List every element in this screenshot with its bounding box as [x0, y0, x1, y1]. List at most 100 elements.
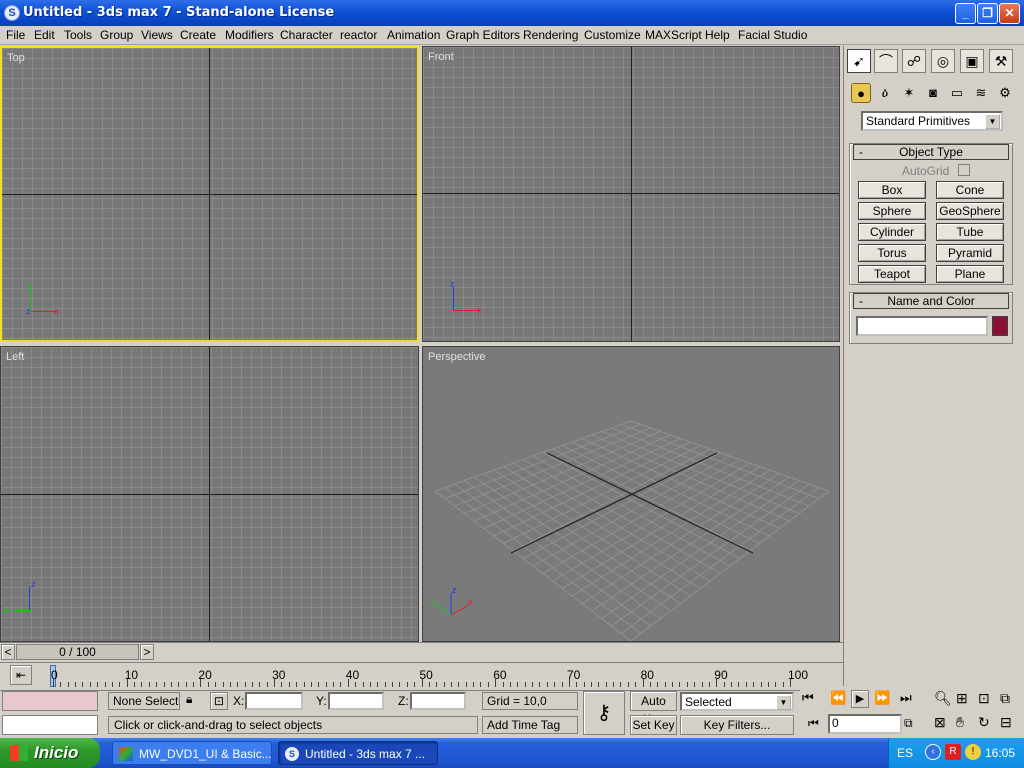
key-mode-dropdown[interactable]: Selected ▼ — [680, 692, 794, 711]
object-color-swatch[interactable] — [992, 316, 1008, 336]
app-logo-icon[interactable]: S — [4, 5, 20, 21]
spacewarps-icon[interactable]: ≋ — [971, 83, 991, 103]
motion-tab-icon[interactable]: ◎ — [931, 49, 955, 73]
zoom-extents-icon[interactable]: ⊡ — [978, 690, 990, 707]
display-tab-icon[interactable]: ▣ — [960, 49, 984, 73]
maximize-button[interactable]: ❐ — [977, 3, 998, 24]
x-coordinate-input[interactable] — [245, 692, 303, 710]
viewport-top[interactable]: Top y x z — [0, 46, 419, 342]
auto-key-button[interactable]: Auto Key — [630, 691, 677, 726]
autogrid-checkbox[interactable] — [958, 164, 970, 176]
menu-reactor[interactable]: reactor — [340, 28, 377, 42]
sphere-button[interactable]: Sphere — [858, 202, 926, 220]
geosphere-button[interactable]: GeoSphere — [936, 202, 1004, 220]
arc-rotate-icon[interactable]: ↻ — [978, 714, 990, 731]
viewport-label[interactable]: Front — [428, 51, 454, 63]
language-indicator[interactable]: ES — [897, 746, 913, 760]
chevron-down-icon[interactable]: ▼ — [985, 114, 1000, 129]
helpers-icon[interactable]: ▭ — [947, 83, 967, 103]
menu-animation[interactable]: Animation — [387, 28, 440, 42]
next-key-icon[interactable]: ⏩ — [874, 690, 890, 706]
y-coordinate-input[interactable] — [328, 692, 384, 710]
back-arrow-icon[interactable]: ‹ — [925, 744, 941, 760]
start-button[interactable]: Inicio — [0, 738, 100, 768]
category-dropdown[interactable]: Standard Primitives ▼ — [861, 111, 1003, 131]
pyramid-button[interactable]: Pyramid — [936, 244, 1004, 262]
key-filters-button[interactable]: Key Filters... — [680, 715, 794, 735]
prev-key-icon[interactable]: ⏪ — [830, 690, 846, 706]
utilities-tab-icon[interactable]: ⚒ — [989, 49, 1013, 73]
goto-end-icon[interactable]: ⏭ — [900, 690, 912, 706]
viewport-perspective[interactable]: Perspective z x y — [422, 346, 840, 642]
maximize-viewport-icon[interactable]: ⊟ — [1000, 714, 1012, 731]
absolute-mode-icon[interactable]: ⊡ — [210, 692, 228, 710]
menu-rendering[interactable]: Rendering — [523, 28, 578, 42]
z-coordinate-input[interactable] — [410, 692, 466, 710]
menu-customize[interactable]: Customize — [584, 28, 641, 42]
box-button[interactable]: Box — [858, 181, 926, 199]
menu-tools[interactable]: Tools — [64, 28, 92, 42]
add-time-tag[interactable]: Add Time Tag — [482, 716, 578, 734]
menu-help[interactable]: Help — [705, 28, 730, 42]
geometry-icon[interactable]: ● — [851, 83, 871, 103]
play-icon[interactable]: ▶ — [851, 690, 869, 708]
maxscript-listener-mini[interactable] — [2, 691, 98, 711]
menu-file[interactable]: File — [6, 28, 25, 42]
key-mode-toggle-icon[interactable]: ⏮ — [808, 716, 819, 731]
zoom-icon[interactable]: 🔍︎ — [934, 690, 952, 707]
next-frame-button[interactable]: > — [140, 644, 154, 660]
modify-tab-icon[interactable]: ⌒ — [874, 49, 898, 73]
viewport-left[interactable]: Left z y — [0, 346, 419, 642]
cone-button[interactable]: Cone — [936, 181, 1004, 199]
name-color-header[interactable]: - Name and Color — [853, 293, 1009, 309]
security-icon[interactable]: ! — [965, 744, 981, 760]
viewport-label[interactable]: Perspective — [428, 351, 485, 363]
viewport-label[interactable]: Top — [7, 52, 25, 64]
zoom-all-icon[interactable]: ⊞ — [956, 690, 968, 707]
menu-group[interactable]: Group — [100, 28, 133, 42]
antivirus-icon[interactable]: R — [945, 744, 961, 760]
object-name-input[interactable] — [856, 316, 988, 336]
lock-selection-icon[interactable]: 🔒︎ — [186, 692, 192, 707]
shapes-icon[interactable]: ዕ — [875, 83, 895, 103]
track-bar[interactable]: ⇤ 0 10 20 30 40 50 60 70 80 90 100 — [0, 662, 843, 688]
cylinder-button[interactable]: Cylinder — [858, 223, 926, 241]
menu-maxscript[interactable]: MAXScript — [645, 28, 702, 42]
set-key-icon[interactable]: ⚷ — [583, 691, 625, 735]
current-frame-input[interactable]: 0 — [828, 714, 902, 734]
prev-frame-button[interactable]: < — [1, 644, 15, 660]
taskbar-item-dvd[interactable]: MW_DVD1_UI & Basic... — [112, 741, 272, 765]
menu-graph-editors[interactable]: Graph Editors — [446, 28, 520, 42]
close-button[interactable]: ✕ — [999, 3, 1020, 24]
create-tab-icon[interactable]: ➹ — [847, 49, 871, 73]
time-slider[interactable]: < 0 / 100 > — [0, 642, 843, 661]
menu-views[interactable]: Views — [141, 28, 173, 42]
lights-icon[interactable]: ✶ — [899, 83, 919, 103]
plane-button[interactable]: Plane — [936, 265, 1004, 283]
frame-counter[interactable]: 0 / 100 — [16, 644, 139, 660]
pan-icon[interactable]: ✋︎ — [956, 714, 964, 731]
zoom-extents-all-icon[interactable]: ⧉ — [1000, 690, 1010, 707]
region-zoom-icon[interactable]: ⊠ — [934, 714, 946, 731]
taskbar-item-3dsmax[interactable]: S Untitled - 3ds max 7 ... — [278, 741, 438, 765]
object-type-header[interactable]: - Object Type — [853, 144, 1009, 160]
hierarchy-tab-icon[interactable]: ☍ — [902, 49, 926, 73]
maxscript-input[interactable] — [2, 715, 98, 735]
menu-facial-studio[interactable]: Facial Studio — [738, 28, 807, 42]
menu-character[interactable]: Character — [280, 28, 333, 42]
menu-create[interactable]: Create — [180, 28, 216, 42]
menu-modifiers[interactable]: Modifiers — [225, 28, 274, 42]
chevron-down-icon[interactable]: ▼ — [776, 695, 791, 710]
time-config-icon[interactable]: ⧉ — [904, 716, 913, 731]
set-key-button[interactable]: Set Key — [630, 715, 677, 735]
menu-edit[interactable]: Edit — [34, 28, 55, 42]
minimize-button[interactable]: _ — [955, 3, 976, 24]
viewport-label[interactable]: Left — [6, 351, 24, 363]
viewport-front[interactable]: Front z x — [422, 46, 840, 342]
systems-icon[interactable]: ⚙ — [995, 83, 1015, 103]
torus-button[interactable]: Torus — [858, 244, 926, 262]
tube-button[interactable]: Tube — [936, 223, 1004, 241]
cameras-icon[interactable]: ◙ — [923, 83, 943, 103]
teapot-button[interactable]: Teapot — [858, 265, 926, 283]
goto-start-icon[interactable]: ⏮ — [802, 690, 814, 706]
